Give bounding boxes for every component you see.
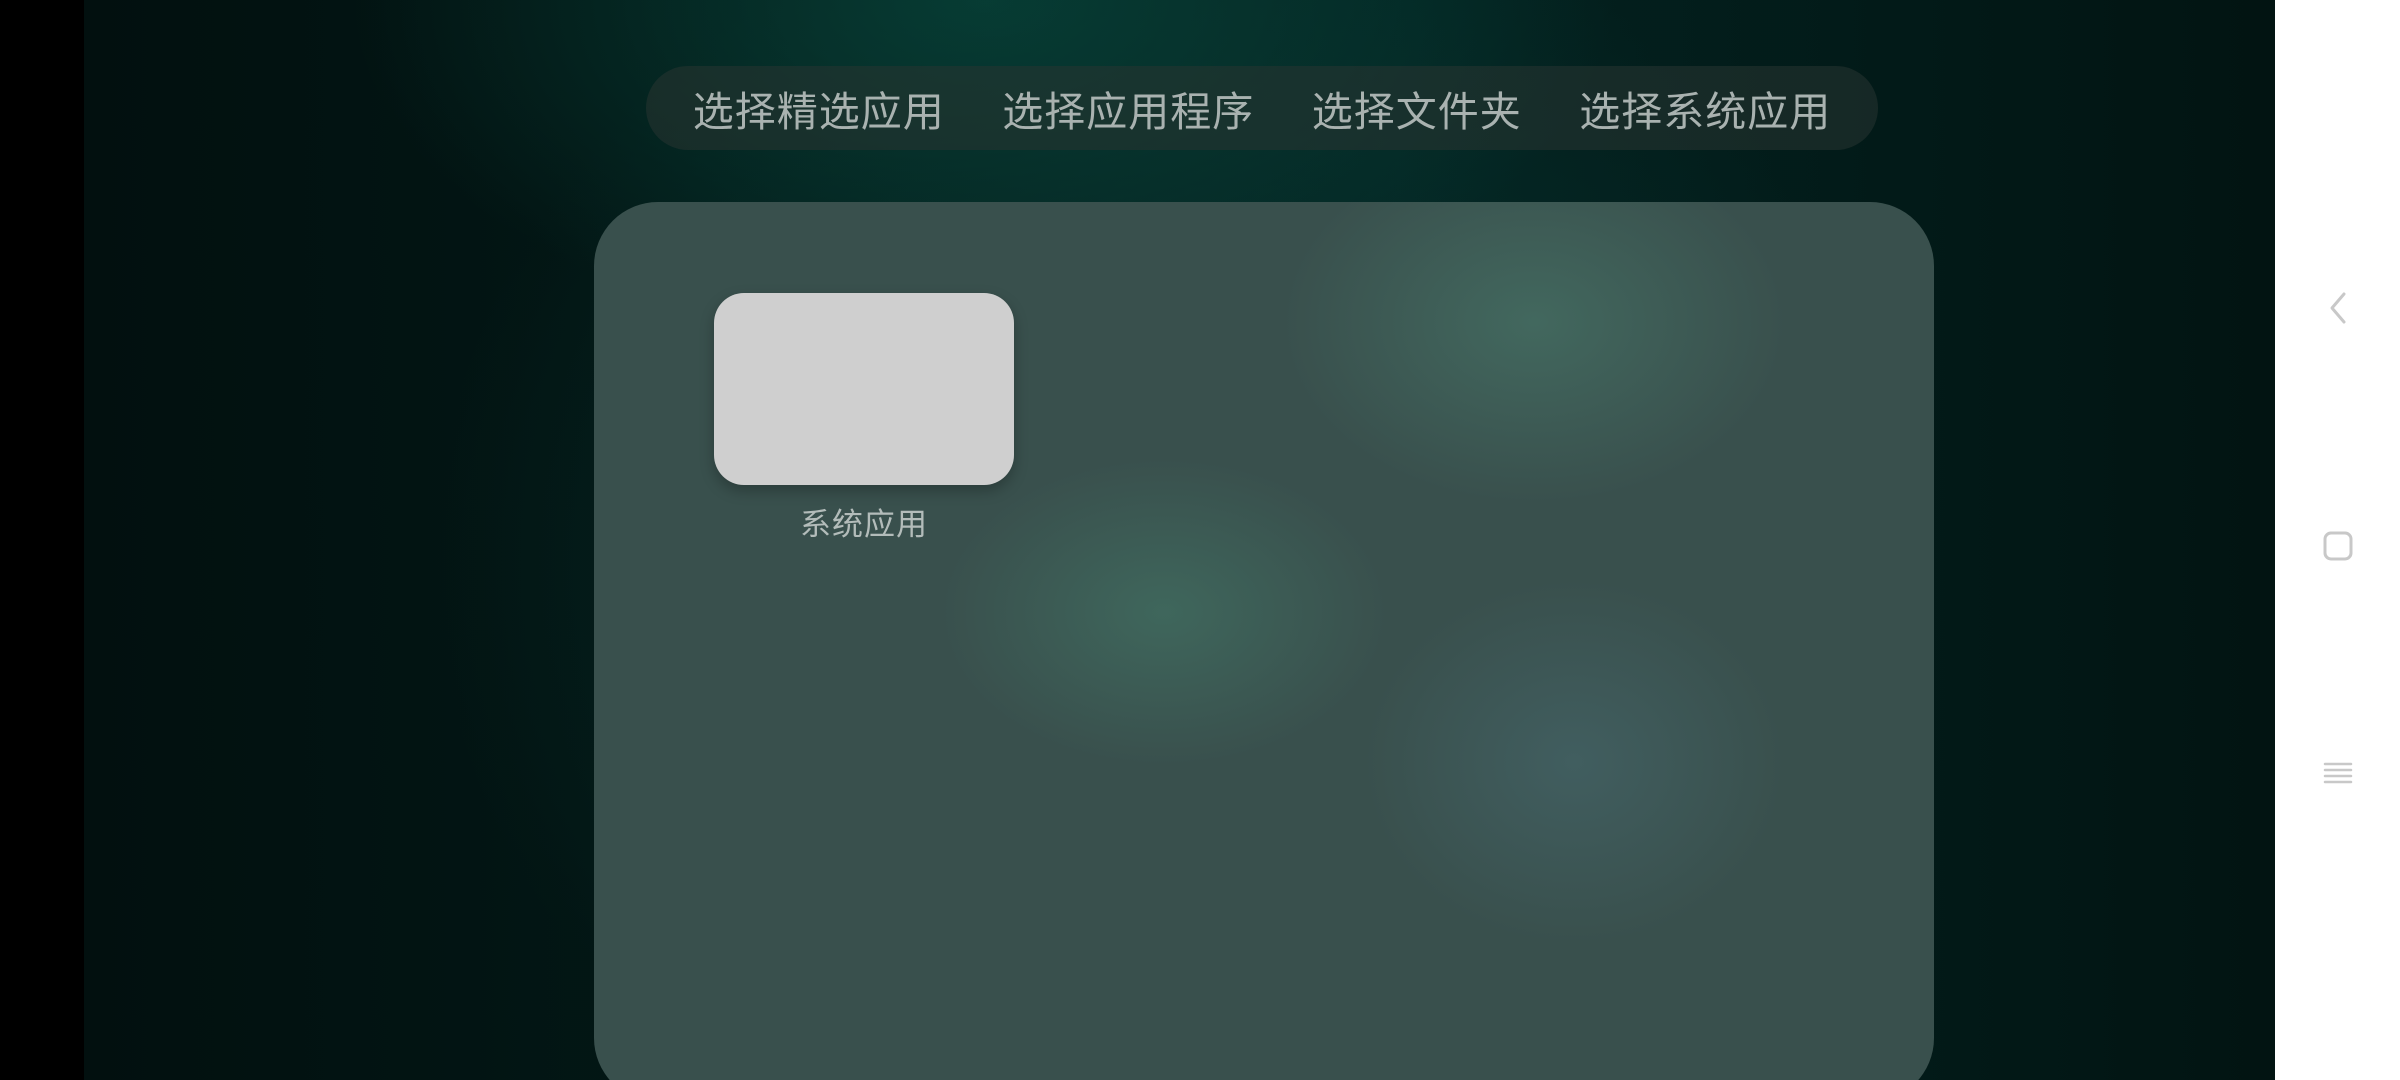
screen: 选择精选应用 选择应用程序 选择文件夹 选择系统应用 系统应用 bbox=[0, 0, 2400, 1080]
menu-lines-icon bbox=[2323, 762, 2352, 784]
system-nav-bar bbox=[2275, 0, 2400, 1080]
tab-applications[interactable]: 选择应用程序 bbox=[990, 78, 1266, 138]
home-button[interactable] bbox=[2318, 526, 2358, 566]
selection-tab-bar: 选择精选应用 选择应用程序 选择文件夹 选择系统应用 bbox=[646, 66, 1878, 150]
tab-system-apps[interactable]: 选择系统应用 bbox=[1567, 78, 1843, 138]
back-button[interactable] bbox=[2318, 288, 2358, 328]
blank-folder-icon[interactable] bbox=[714, 293, 1014, 485]
app-grid-panel: 系统应用 bbox=[594, 202, 1934, 1080]
app-area: 选择精选应用 选择应用程序 选择文件夹 选择系统应用 系统应用 bbox=[84, 0, 2275, 1080]
left-black-bar bbox=[0, 0, 84, 1080]
tab-folder[interactable]: 选择文件夹 bbox=[1300, 78, 1534, 138]
app-tile-system-apps[interactable]: 系统应用 bbox=[714, 293, 1014, 544]
back-icon bbox=[2330, 292, 2345, 324]
app-label: 系统应用 bbox=[800, 507, 928, 543]
tab-featured-apps[interactable]: 选择精选应用 bbox=[681, 78, 957, 138]
recents-button[interactable] bbox=[2318, 754, 2358, 794]
home-square-icon bbox=[2323, 531, 2352, 561]
